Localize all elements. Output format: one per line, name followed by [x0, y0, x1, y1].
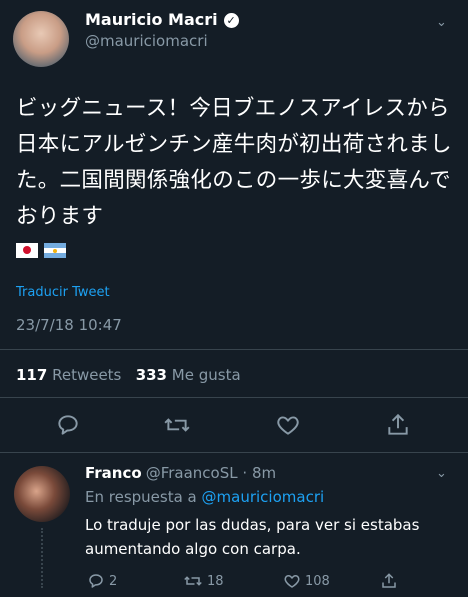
author-handle[interactable]: @mauriciomacri: [85, 32, 208, 50]
in-reply-prefix: En respuesta a: [85, 488, 197, 506]
in-reply-mention-link[interactable]: @mauriciomacri: [202, 488, 325, 506]
reply-like-button[interactable]: 108: [283, 570, 330, 592]
retweets-stat[interactable]: 117 Retweets: [16, 366, 121, 384]
share-button[interactable]: [385, 412, 415, 442]
retweet-button[interactable]: [163, 412, 193, 442]
divider: [0, 397, 468, 398]
author-avatar[interactable]: [13, 11, 69, 67]
reply-icon: [89, 574, 103, 588]
reply-author-avatar[interactable]: [14, 466, 70, 522]
reply-retweet-button[interactable]: 18: [183, 570, 224, 592]
retweet-icon: [164, 418, 190, 432]
reply-author-line: Franco @FraancoSL · 8m: [85, 464, 276, 482]
divider: [0, 452, 468, 453]
verified-badge-icon: ✓: [223, 13, 239, 28]
share-icon: [382, 573, 396, 588]
heart-icon: [277, 416, 299, 435]
thread-line: [41, 528, 45, 588]
retweets-label: Retweets: [52, 366, 122, 384]
in-reply-to: En respuesta a @mauriciomacri: [85, 488, 324, 506]
japan-flag-icon: [16, 243, 38, 258]
reply-text: Lo traduje por las dudas, para ver si es…: [85, 516, 420, 558]
reply-author-name[interactable]: Franco: [85, 464, 142, 482]
heart-icon: [284, 575, 300, 588]
reply-reply-button[interactable]: 2: [87, 570, 117, 592]
reply-time[interactable]: 8m: [252, 464, 276, 482]
share-icon: [388, 413, 408, 435]
reply-reply-count: 2: [109, 573, 118, 589]
reply-retweet-count: 18: [207, 573, 224, 589]
tweet-stats: 117 Retweets 333 Me gusta: [16, 366, 241, 384]
reply-button[interactable]: [55, 412, 85, 442]
divider: [0, 349, 468, 350]
like-button[interactable]: [275, 412, 305, 442]
translate-tweet-link[interactable]: Traducir Tweet: [16, 285, 110, 300]
retweet-icon: [184, 576, 202, 586]
reply-icon: [58, 415, 78, 435]
argentina-flag-icon: [44, 243, 66, 258]
tweet-timestamp[interactable]: 23/7/18 10:47: [16, 316, 122, 334]
likes-stat[interactable]: 333 Me gusta: [136, 366, 241, 384]
likes-label: Me gusta: [171, 366, 241, 384]
flag-emojis: [16, 243, 72, 263]
retweets-count: 117: [16, 366, 48, 384]
reply-like-count: 108: [305, 573, 330, 589]
likes-count: 333: [135, 366, 167, 384]
chevron-down-icon[interactable]: ⌄: [436, 466, 447, 481]
author-name-text[interactable]: Mauricio Macri: [85, 10, 218, 29]
separator-dot: ·: [242, 464, 248, 482]
chevron-down-icon[interactable]: ⌄: [436, 15, 447, 30]
reply-share-button[interactable]: [380, 570, 398, 592]
tweet-text: ビッグニュース！今日ブエノスアイレスから日本にアルゼンチン産牛肉が初出荷されまし…: [16, 96, 452, 229]
reply-author-handle[interactable]: @FraancoSL: [146, 464, 238, 482]
author-name[interactable]: Mauricio Macri ✓: [85, 10, 239, 29]
